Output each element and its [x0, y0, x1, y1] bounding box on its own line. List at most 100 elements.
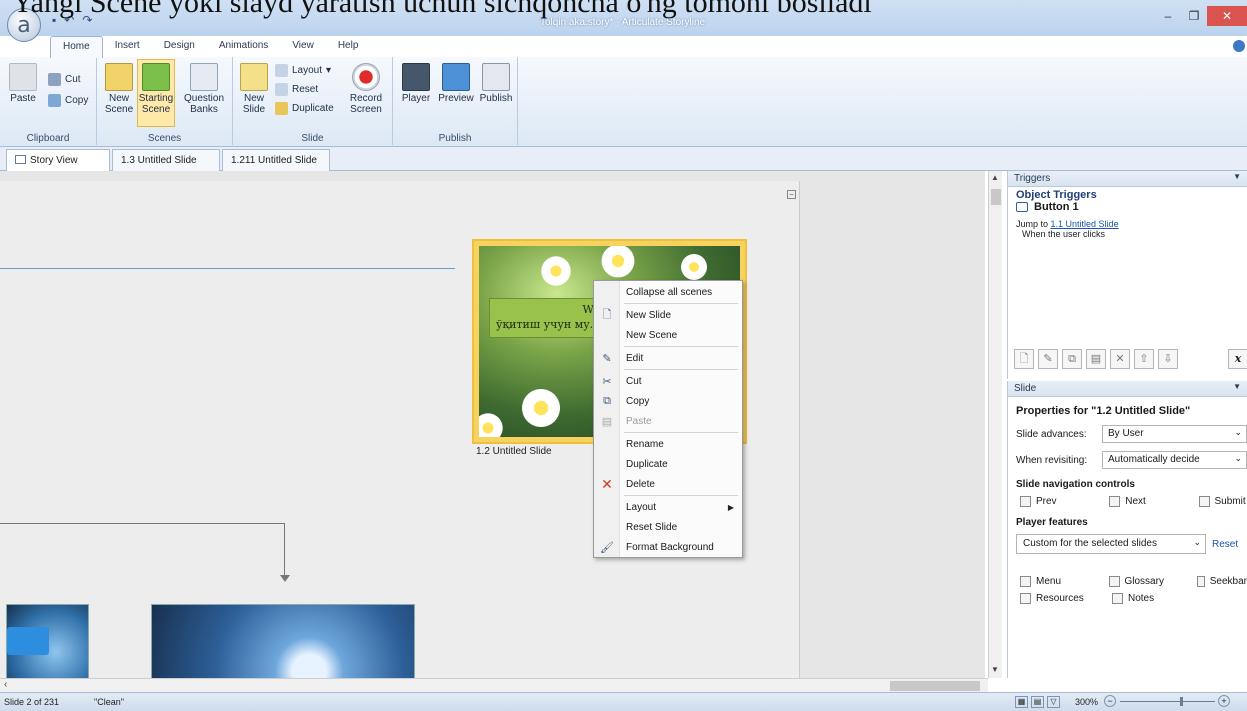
- menu-item-rename[interactable]: Rename: [594, 434, 742, 454]
- copy-icon: [48, 94, 61, 107]
- menu-item-cut[interactable]: ✂ Cut: [594, 371, 742, 391]
- menu-item-edit[interactable]: ✎ Edit: [594, 348, 742, 368]
- view-switcher: ▦ ▤ ▽: [1015, 696, 1060, 708]
- horizontal-scrollbar[interactable]: ‹: [0, 678, 988, 692]
- cut-button[interactable]: Cut: [48, 73, 81, 86]
- story-view-canvas[interactable]: − Web даст ўқитиш учун му. да 1.2 Untitl…: [0, 171, 985, 678]
- cut-icon: [48, 73, 61, 86]
- tab-help[interactable]: Help: [326, 36, 371, 58]
- menu-checkbox[interactable]: Menu: [1020, 576, 1109, 587]
- maximize-button[interactable]: ❐: [1181, 6, 1207, 26]
- panel-dropdown-icon[interactable]: ▼: [1233, 382, 1241, 391]
- prev-checkbox[interactable]: Prev: [1020, 496, 1109, 507]
- scroll-left-icon[interactable]: ‹: [4, 679, 7, 690]
- slide-advances-select[interactable]: By User ⌄: [1102, 425, 1247, 443]
- slide-group-label: Slide: [301, 133, 324, 144]
- scene-connector-line: [0, 268, 455, 269]
- tab-story-view[interactable]: Story View: [6, 149, 110, 171]
- tab-view[interactable]: View: [280, 36, 326, 58]
- zoom-slider-thumb[interactable]: [1180, 697, 1183, 706]
- story-view-icon[interactable]: ▦: [1015, 696, 1028, 708]
- scrollbar-thumb[interactable]: [890, 681, 980, 691]
- trigger-action[interactable]: Jump to 1.1 Untitled Slide: [1016, 219, 1247, 229]
- copy-trigger-icon[interactable]: ⧉: [1062, 349, 1082, 369]
- triggers-panel-header[interactable]: Triggers ▼: [1008, 171, 1247, 187]
- normal-view-icon[interactable]: ▤: [1031, 696, 1044, 708]
- menu-item-delete[interactable]: ✕ Delete: [594, 474, 742, 494]
- preview-icon: [442, 63, 470, 91]
- menu-item-copy[interactable]: ⧉ Copy: [594, 391, 742, 411]
- slide-thumbnail[interactable]: [6, 604, 89, 678]
- slide-panel-header[interactable]: Slide ▼: [1008, 381, 1247, 397]
- trigger-object[interactable]: Button 1: [1016, 201, 1247, 213]
- flower-decoration: [599, 246, 637, 280]
- publish-button[interactable]: Publish: [477, 63, 515, 104]
- minimize-button[interactable]: –: [1155, 6, 1181, 26]
- trigger-target-link[interactable]: 1.1 Untitled Slide: [1051, 219, 1119, 229]
- tab-home[interactable]: Home: [50, 36, 103, 58]
- new-scene-button[interactable]: New Scene: [103, 63, 135, 115]
- move-down-icon[interactable]: ⇩: [1158, 349, 1178, 369]
- tab-animations[interactable]: Animations: [207, 36, 280, 58]
- scrollbar-thumb[interactable]: [991, 189, 1001, 205]
- paste-icon: ▤: [601, 415, 613, 428]
- close-button[interactable]: ✕: [1207, 6, 1247, 26]
- menu-item-collapse-all-scenes[interactable]: Collapse all scenes: [594, 282, 742, 302]
- window-controls: – ❐ ✕: [1155, 6, 1247, 26]
- menu-separator: [624, 303, 738, 304]
- submit-checkbox[interactable]: Submit: [1198, 496, 1247, 507]
- slide-thumbnail[interactable]: [151, 604, 415, 678]
- question-banks-button[interactable]: Question Banks: [181, 63, 227, 115]
- paste-button[interactable]: Paste: [6, 63, 40, 104]
- slide-thumbnail-label: 1.2 Untitled Slide: [476, 446, 552, 457]
- new-slide-button[interactable]: New Slide: [239, 63, 269, 115]
- tab-insert[interactable]: Insert: [103, 36, 152, 58]
- menu-item-new-scene[interactable]: New Scene: [594, 325, 742, 345]
- slide-properties-panel: Slide ▼ Properties for "1.2 Untitled Sli…: [1007, 381, 1247, 678]
- scroll-up-icon[interactable]: ▲: [991, 173, 999, 182]
- panel-dropdown-icon[interactable]: ▼: [1233, 172, 1241, 181]
- zoom-slider[interactable]: [1120, 701, 1215, 702]
- player-button[interactable]: Player: [399, 63, 433, 104]
- duplicate-button[interactable]: Duplicate: [275, 102, 334, 115]
- menu-item-duplicate[interactable]: Duplicate: [594, 454, 742, 474]
- edit-trigger-icon[interactable]: ✎: [1038, 349, 1058, 369]
- menu-separator: [624, 432, 738, 433]
- vertical-scrollbar[interactable]: ▲ ▼: [988, 171, 1002, 678]
- move-up-icon[interactable]: ⇧: [1134, 349, 1154, 369]
- starting-scene-button[interactable]: Starting Scene: [137, 59, 175, 127]
- paste-trigger-icon[interactable]: ▤: [1086, 349, 1106, 369]
- menu-item-reset-slide[interactable]: Reset Slide: [594, 517, 742, 537]
- reset-link[interactable]: Reset: [1212, 539, 1238, 550]
- seekbar-checkbox[interactable]: Seekbar: [1197, 576, 1247, 587]
- notes-checkbox[interactable]: Notes: [1112, 593, 1204, 604]
- glossary-checkbox[interactable]: Glossary: [1108, 576, 1198, 587]
- player-features-select[interactable]: Custom for the selected slides ⌄: [1016, 534, 1206, 554]
- menu-item-new-slide[interactable]: 🗋 New Slide: [594, 305, 742, 325]
- delete-trigger-icon[interactable]: ✕: [1110, 349, 1130, 369]
- collapse-scene-button[interactable]: −: [787, 190, 796, 199]
- layout-button[interactable]: Layout ▾: [275, 64, 331, 77]
- menu-item-format-background[interactable]: 🖌 Format Background: [594, 537, 742, 557]
- new-trigger-icon[interactable]: 🗋: [1014, 349, 1034, 369]
- variables-icon[interactable]: x: [1228, 349, 1247, 369]
- scroll-down-icon[interactable]: ▼: [991, 665, 999, 674]
- edit-icon: ✎: [602, 352, 612, 365]
- tab-slide-1-211[interactable]: 1.211 Untitled Slide: [222, 149, 330, 171]
- zoom-in-button[interactable]: +: [1218, 695, 1230, 707]
- record-screen-button[interactable]: Record Screen: [345, 63, 387, 115]
- tab-slide-1-3[interactable]: 1.3 Untitled Slide: [112, 149, 220, 171]
- help-icon[interactable]: [1233, 40, 1245, 52]
- scenes-group: New Scene Starting Scene Question Banks …: [97, 57, 233, 145]
- preview-button[interactable]: Preview: [437, 63, 475, 104]
- object-triggers-heading: Object Triggers: [1016, 189, 1097, 201]
- when-revisiting-select[interactable]: Automatically decide ⌄: [1102, 451, 1247, 469]
- reset-button[interactable]: Reset: [275, 83, 318, 96]
- menu-item-layout[interactable]: Layout ▶: [594, 497, 742, 517]
- preview-view-icon[interactable]: ▽: [1047, 696, 1060, 708]
- resources-checkbox[interactable]: Resources: [1020, 593, 1112, 604]
- tab-design[interactable]: Design: [152, 36, 207, 58]
- next-checkbox[interactable]: Next: [1109, 496, 1198, 507]
- zoom-out-button[interactable]: −: [1104, 695, 1116, 707]
- copy-button[interactable]: Copy: [48, 94, 88, 107]
